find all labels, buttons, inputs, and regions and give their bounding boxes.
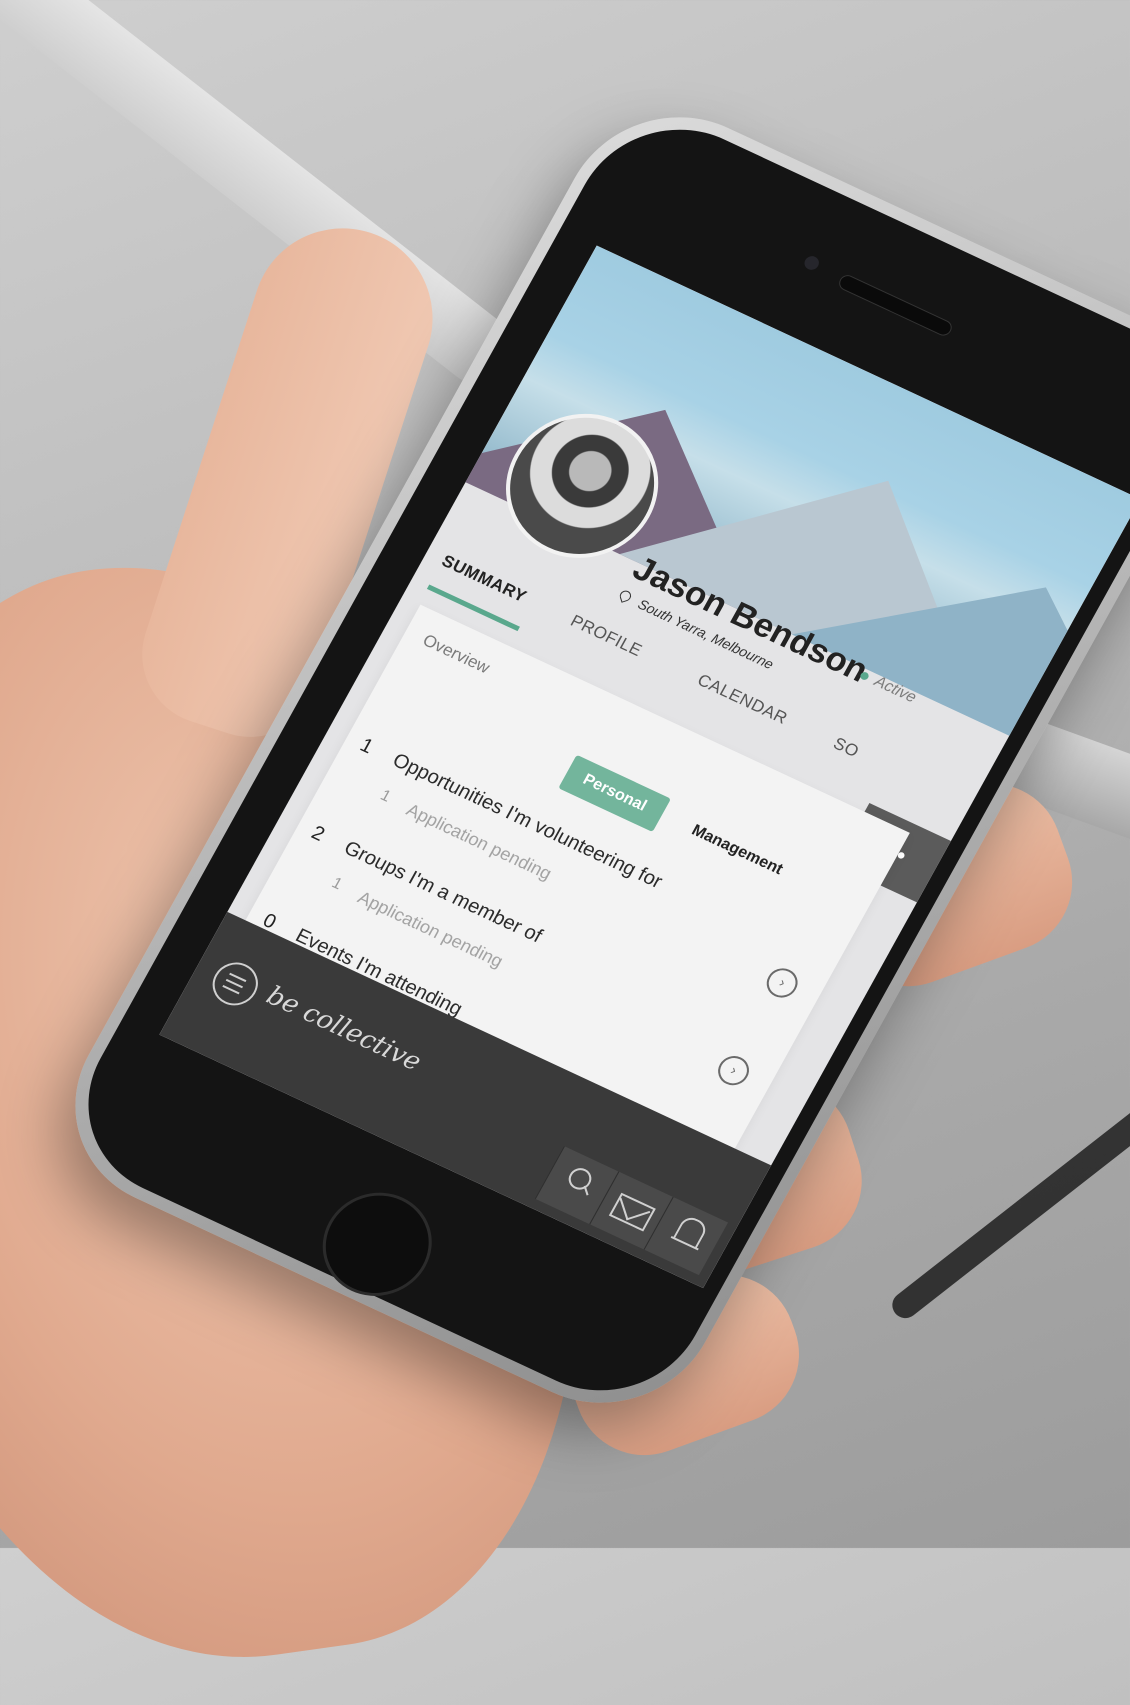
background-cable — [887, 982, 1130, 1324]
speaker-icon — [836, 272, 955, 339]
overview-heading: Overview — [419, 630, 494, 678]
camera-icon — [801, 253, 822, 273]
tab-calendar[interactable]: CALENDAR — [694, 670, 791, 728]
subitem-count: 1 — [377, 786, 394, 806]
menu-icon[interactable] — [204, 955, 266, 1013]
subitem-count: 1 — [328, 874, 345, 894]
location-pin-icon — [618, 589, 633, 603]
segment-management[interactable]: Management — [667, 805, 807, 895]
segment-personal[interactable]: Personal — [558, 754, 671, 832]
tab-so[interactable]: SO — [830, 734, 862, 762]
item-count: 2 — [307, 821, 329, 846]
brand-logo: be collective — [261, 980, 427, 1078]
status-dot-icon — [859, 670, 871, 681]
bell-icon — [672, 1213, 710, 1250]
mail-icon — [608, 1192, 656, 1232]
chevron-right-icon[interactable]: › — [712, 1051, 755, 1091]
chevron-right-icon[interactable]: › — [761, 963, 804, 1003]
search-icon — [564, 1164, 596, 1194]
tab-profile[interactable]: PROFILE — [567, 611, 645, 661]
item-count: 1 — [356, 734, 377, 759]
